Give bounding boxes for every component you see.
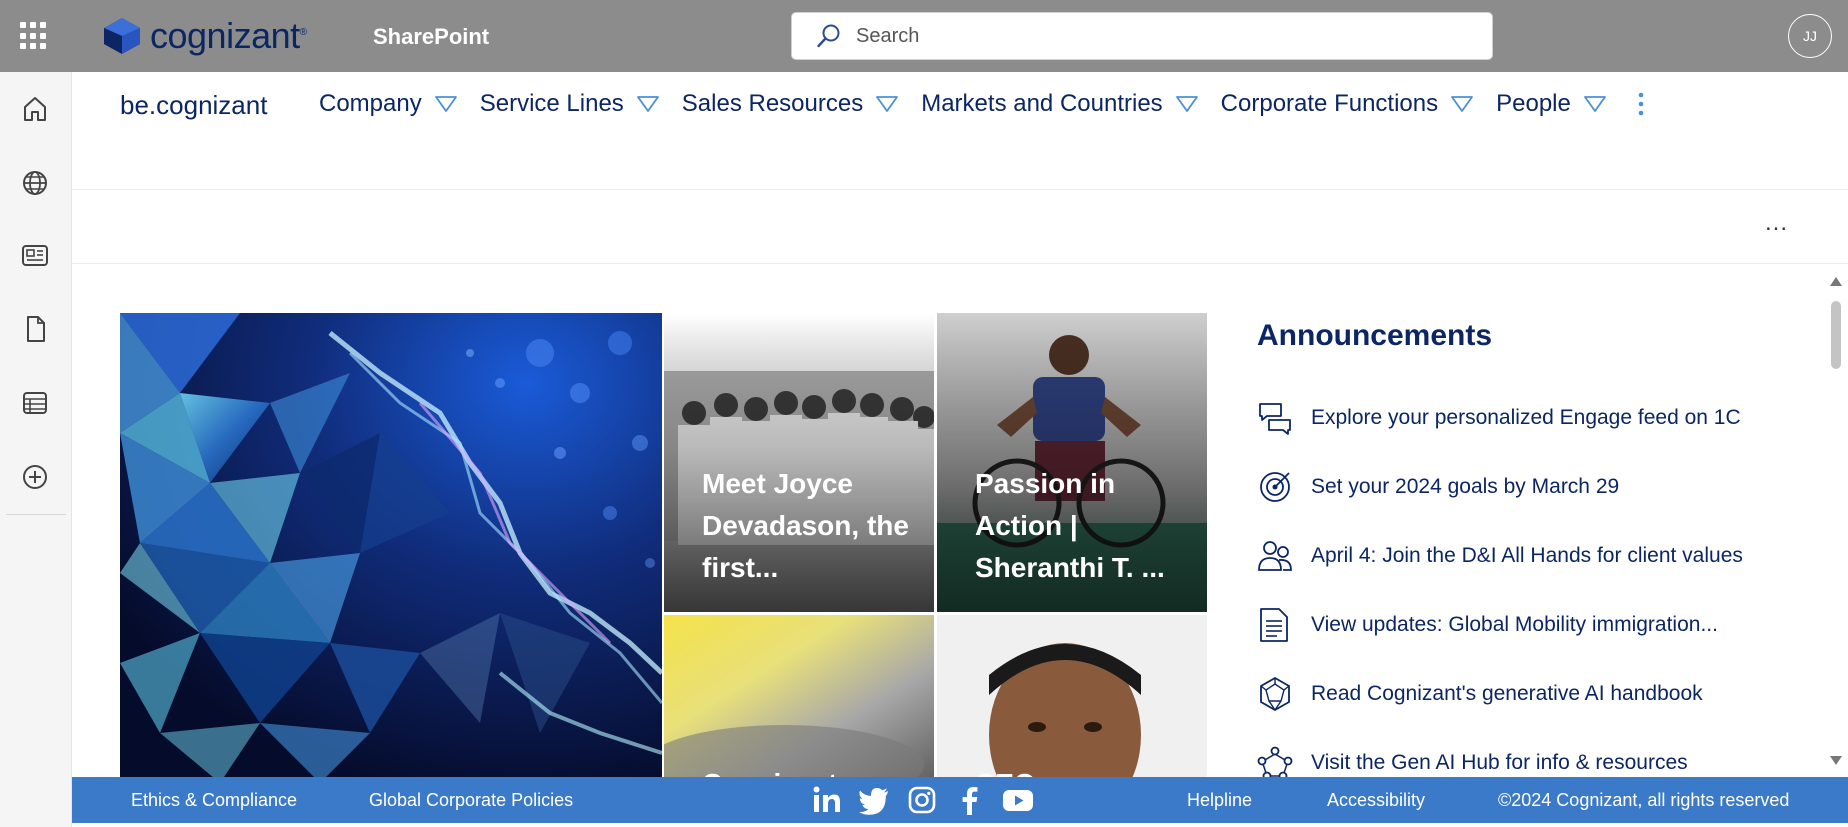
nav-item-sales-resources[interactable]: Sales Resources: [682, 90, 899, 118]
nav-item-people[interactable]: People: [1496, 90, 1607, 118]
tile-caption: Cognizant: [702, 763, 922, 777]
site-footer: Ethics & Compliance Global Corporate Pol…: [72, 777, 1848, 823]
people-icon: [1258, 540, 1292, 571]
command-bar: ...: [72, 191, 1848, 264]
tile-caption: CEO: [975, 763, 1195, 777]
cognizant-logo[interactable]: cognizant®: [100, 14, 307, 58]
nav-label: Markets and Countries: [921, 90, 1163, 117]
chevron-down-icon[interactable]: [1175, 95, 1199, 113]
announcement-text: Set your 2024 goals by March 29: [1311, 474, 1620, 498]
scrollbar-thumb[interactable]: [1831, 301, 1841, 369]
announcement-text: Read Cognizant's generative AI handbook: [1311, 681, 1703, 705]
linkedin-icon[interactable]: [811, 785, 843, 815]
search-box[interactable]: Search: [791, 12, 1493, 60]
announcement-item[interactable]: Visit the Gen AI Hub for info & resource…: [1257, 728, 1797, 777]
more-options-button[interactable]: ...: [1765, 209, 1788, 237]
home-icon[interactable]: [20, 94, 50, 124]
logo-text: cognizant®: [150, 15, 307, 56]
nav-item-service-lines[interactable]: Service Lines: [480, 90, 660, 118]
announcement-text: View updates: Global Mobility immigratio…: [1311, 612, 1718, 636]
youtube-icon[interactable]: [1002, 785, 1034, 815]
chevron-down-icon[interactable]: [1583, 95, 1607, 113]
left-app-rail: [0, 72, 72, 827]
announcement-item[interactable]: Explore your personalized Engage feed on…: [1257, 383, 1797, 452]
announcement-text: April 4: Join the D&I All Hands for clie…: [1311, 543, 1743, 567]
vertical-more-icon[interactable]: [1636, 90, 1646, 120]
app-launcher-icon[interactable]: [20, 22, 48, 50]
rail-divider: [6, 514, 66, 515]
announcements-title: Announcements: [1257, 319, 1493, 352]
announcement-item[interactable]: April 4: Join the D&I All Hands for clie…: [1257, 521, 1797, 590]
search-icon: [817, 24, 840, 48]
target-icon: [1260, 471, 1290, 502]
announcement-text: Visit the Gen AI Hub for info & resource…: [1311, 750, 1688, 774]
file-icon[interactable]: [20, 314, 50, 344]
chat-bubbles-icon: [1259, 402, 1291, 435]
news-icon[interactable]: [20, 240, 50, 270]
tile-caption: Passion in Action | Sheranthi T. ...: [975, 468, 1165, 583]
footer-link-helpline[interactable]: Helpline: [1187, 790, 1252, 811]
facebook-icon[interactable]: [954, 785, 986, 815]
portrait-photo-image: [937, 615, 1207, 777]
polyhedron-icon: [1260, 676, 1290, 711]
scroll-up-arrow-icon[interactable]: [1828, 275, 1844, 289]
search-input[interactable]: Search: [856, 25, 919, 48]
footer-link-ethics[interactable]: Ethics & Compliance: [131, 790, 297, 811]
footer-copyright: ©2024 Cognizant, all rights reserved: [1498, 790, 1790, 810]
network-icon: [1257, 746, 1293, 777]
hero-abstract-network-image: [120, 313, 662, 777]
app-name-sharepoint[interactable]: SharePoint: [373, 24, 489, 50]
chevron-down-icon[interactable]: [636, 95, 660, 113]
abstract-yellow-image: [664, 615, 934, 777]
nav-label: Service Lines: [479, 90, 624, 117]
hub-navigation: be.cognizant Company Service Lines Sales…: [72, 72, 1848, 190]
chevron-down-icon[interactable]: [1450, 95, 1474, 113]
footer-link-policies[interactable]: Global Corporate Policies: [369, 790, 573, 811]
announcements-panel: Announcements Explore your personalized …: [1257, 313, 1797, 777]
nav-item-company[interactable]: Company: [319, 90, 458, 118]
nav-label: Company: [319, 90, 422, 117]
instagram-icon[interactable]: [906, 785, 938, 815]
news-tile-ceo[interactable]: CEO: [937, 615, 1207, 777]
document-icon: [1260, 607, 1288, 642]
chevron-down-icon[interactable]: [875, 95, 899, 113]
scroll-down-arrow-icon[interactable]: [1828, 753, 1844, 767]
announcement-item[interactable]: Read Cognizant's generative AI handbook: [1257, 659, 1797, 728]
page-content: Meet Joyce Devadason, the first... Passi…: [72, 264, 1848, 777]
globe-icon[interactable]: [20, 168, 50, 198]
cognizant-logo-mark-icon: [104, 18, 140, 54]
hero-main-tile[interactable]: [120, 313, 662, 777]
nav-label: Corporate Functions: [1220, 90, 1439, 117]
news-tile-joyce[interactable]: Meet Joyce Devadason, the first...: [664, 313, 934, 612]
announcement-text: Explore your personalized Engage feed on…: [1311, 405, 1741, 429]
twitter-icon[interactable]: [858, 785, 890, 815]
news-tile-cognizant[interactable]: Cognizant: [664, 615, 934, 777]
hub-nav-items: Company Service Lines Sales Resources Ma…: [319, 90, 1629, 118]
nav-item-markets-and-countries[interactable]: Markets and Countries: [921, 90, 1198, 118]
nav-label: Sales Resources: [681, 90, 864, 117]
nav-item-corporate-functions[interactable]: Corporate Functions: [1221, 90, 1474, 118]
announcement-item[interactable]: View updates: Global Mobility immigratio…: [1257, 590, 1797, 659]
user-avatar[interactable]: JJ: [1788, 14, 1832, 58]
list-icon[interactable]: [20, 388, 50, 418]
news-tile-sheranthi[interactable]: Passion in Action | Sheranthi T. ...: [937, 313, 1207, 612]
nav-label: People: [1496, 90, 1571, 117]
announcement-item[interactable]: Set your 2024 goals by March 29: [1257, 452, 1797, 521]
tile-caption: Meet Joyce Devadason, the first...: [702, 468, 909, 583]
add-icon[interactable]: [20, 462, 50, 492]
footer-link-accessibility[interactable]: Accessibility: [1327, 790, 1425, 811]
vertical-scrollbar[interactable]: [1828, 275, 1844, 767]
chevron-down-icon[interactable]: [434, 95, 458, 113]
announcements-list: Explore your personalized Engage feed on…: [1257, 383, 1797, 777]
suite-bar: cognizant® SharePoint Search JJ: [0, 0, 1848, 72]
hub-site-title[interactable]: be.cognizant: [120, 90, 267, 121]
